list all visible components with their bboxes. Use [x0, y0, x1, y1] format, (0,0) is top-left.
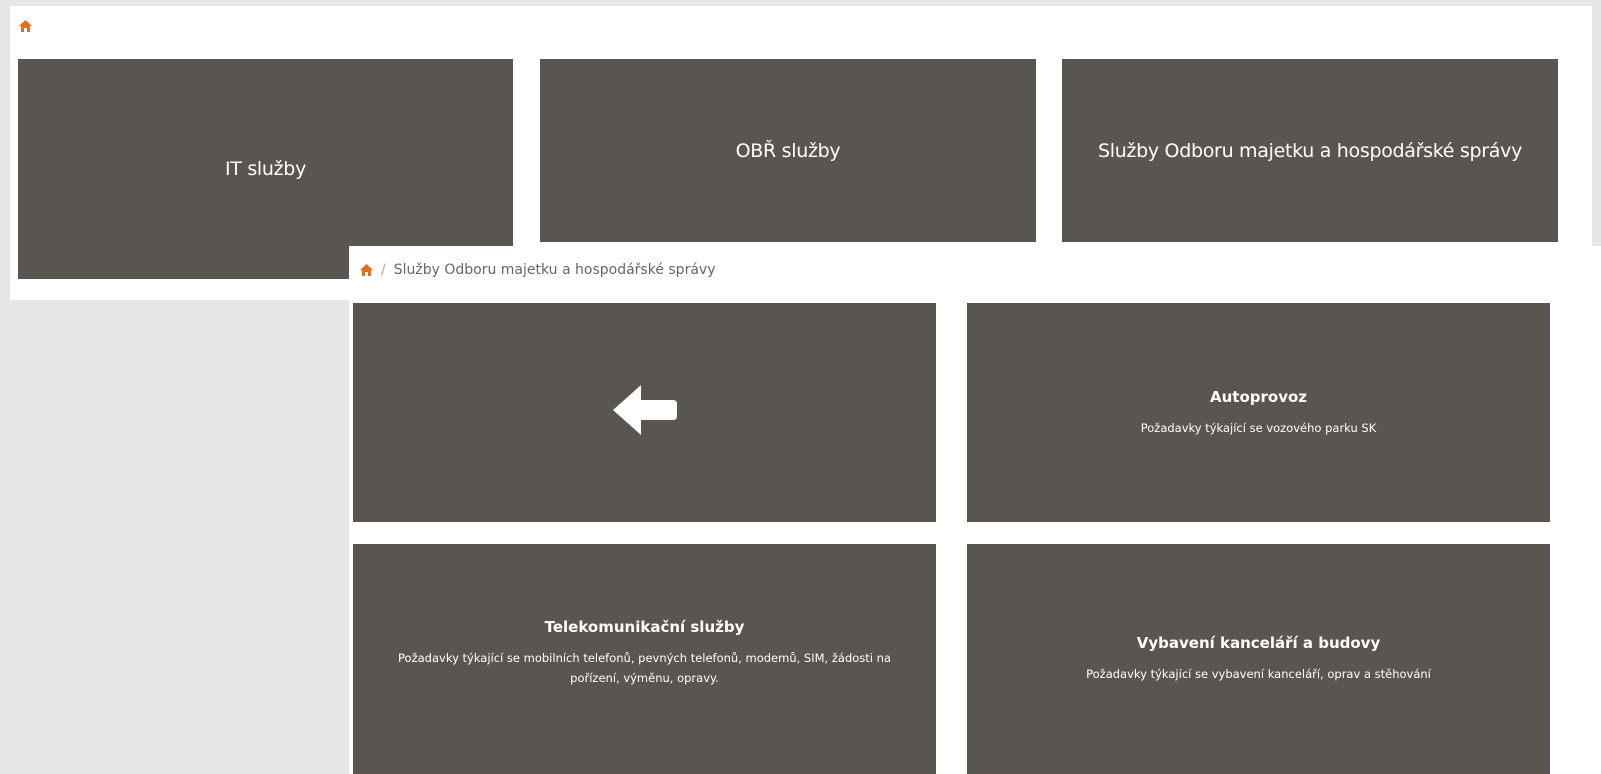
subcategory-panel: / Služby Odboru majetku a hospodářské sp…: [349, 246, 1601, 774]
tile-telekomunikacni-sluzby[interactable]: Telekomunikační služby Požadavky týkajíc…: [353, 544, 936, 774]
tile-autoprovoz[interactable]: Autoprovoz Požadavky týkající se vozovéh…: [967, 303, 1550, 522]
tile-description: Požadavky týkající se vybavení kanceláří…: [1086, 667, 1431, 681]
tile-label: OBŘ služby: [735, 139, 841, 162]
tile-label: Služby Odboru majetku a hospodářské sprá…: [1097, 139, 1523, 162]
breadcrumb-separator: /: [381, 262, 386, 278]
tile-description: Požadavky týkající se vozového parku SK: [1140, 420, 1377, 435]
breadcrumb: / Služby Odboru majetku a hospodářské sp…: [359, 260, 715, 280]
tile-title: Autoprovoz: [1209, 387, 1308, 406]
home-icon[interactable]: [359, 263, 373, 277]
tile-sluzby-odboru-majetku[interactable]: Služby Odboru majetku a hospodářské sprá…: [1062, 59, 1558, 242]
tile-title: Telekomunikační služby: [544, 618, 745, 636]
home-icon[interactable]: [18, 19, 32, 33]
tile-obr-sluzby[interactable]: OBŘ služby: [540, 59, 1036, 242]
tile-title: Vybavení kanceláří a budovy: [1136, 634, 1381, 652]
arrow-left-icon: [612, 385, 677, 440]
tile-label: IT služby: [224, 158, 307, 180]
tile-description: Požadavky týkající se mobilních telefonů…: [398, 651, 891, 685]
back-tile[interactable]: [353, 303, 936, 522]
breadcrumb-current: Služby Odboru majetku a hospodářské sprá…: [393, 262, 716, 278]
tile-vybaveni-kancelari[interactable]: Vybavení kanceláří a budovy Požadavky tý…: [967, 544, 1550, 774]
